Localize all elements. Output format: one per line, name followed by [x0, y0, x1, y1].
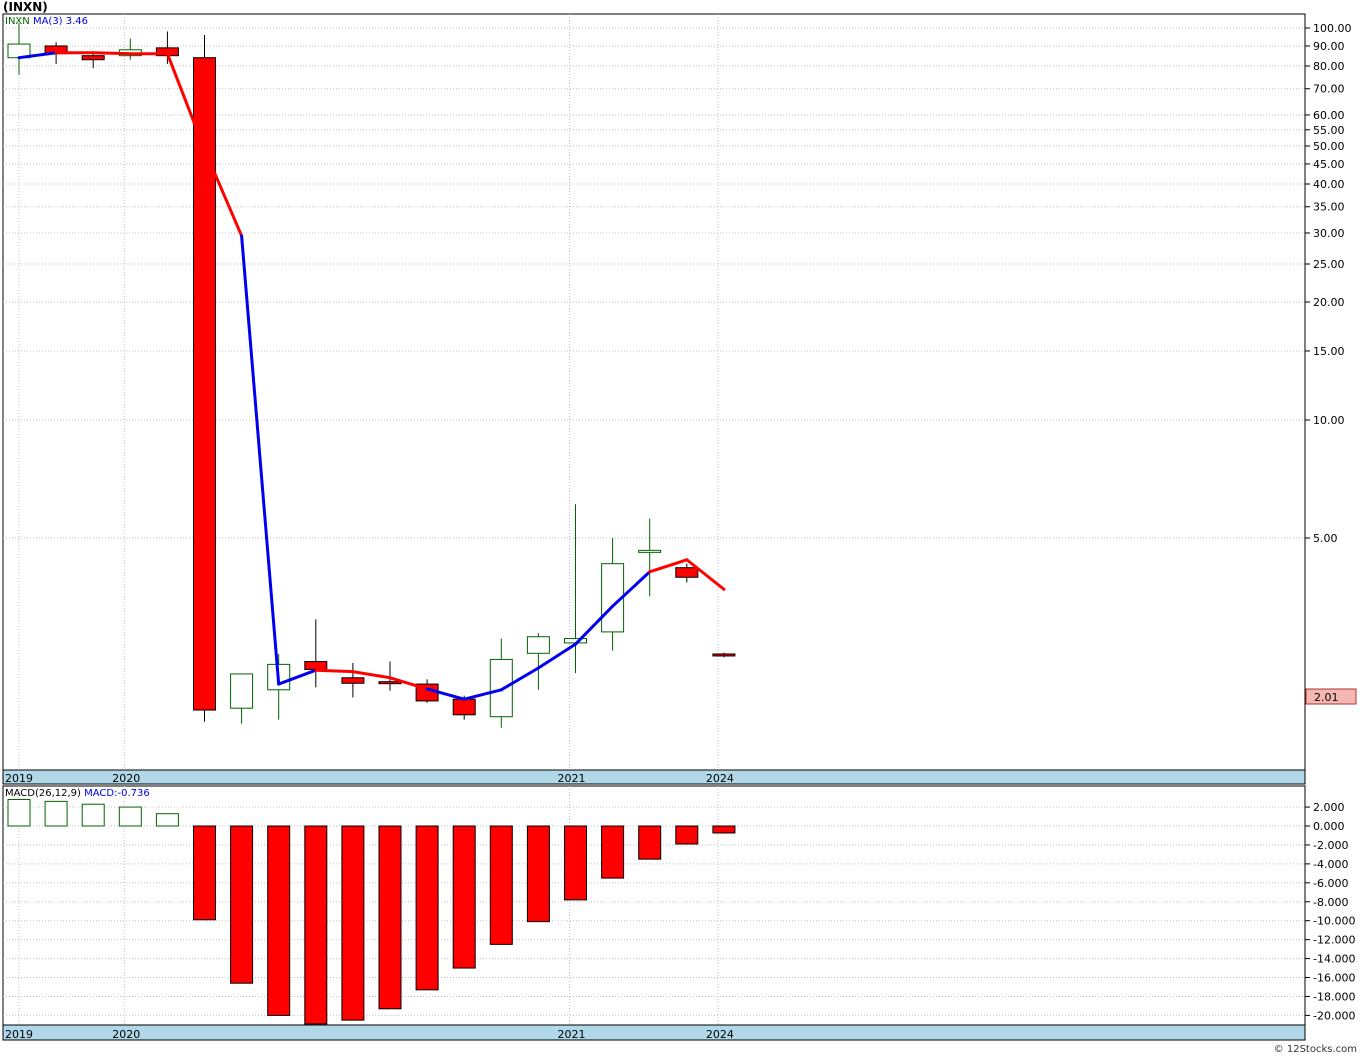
- candle-body: [638, 549, 662, 553]
- price-tick-label: 10.00: [1313, 414, 1345, 427]
- price-tick-label: 100.00: [1313, 22, 1352, 35]
- macd-tick-label: -16.000: [1313, 972, 1355, 985]
- macd-tick-label: -8.000: [1313, 896, 1348, 909]
- ma-line-segment: [91, 51, 132, 56]
- price-tick-label: 5.00: [1313, 532, 1338, 545]
- x-tick-label: 2019: [5, 772, 33, 785]
- candle-body: [526, 636, 550, 654]
- macd-tick-label: -14.000: [1313, 953, 1355, 966]
- x-tick-label: 2019: [5, 1028, 33, 1041]
- price-tick-label: 90.00: [1313, 40, 1345, 53]
- macd-bar: [601, 825, 625, 879]
- macd-bar: [341, 825, 365, 1021]
- price-tick-label: 70.00: [1313, 83, 1345, 96]
- macd-bar: [81, 803, 105, 827]
- candle-body: [712, 653, 736, 657]
- macd-bar: [564, 825, 587, 901]
- macd-tick-label: -20.000: [1313, 1009, 1355, 1022]
- candle-body: [81, 55, 105, 61]
- macd-bar: [155, 813, 179, 827]
- candle-body: [304, 661, 328, 670]
- macd-tick-label: 2.000: [1313, 801, 1345, 814]
- x-axis-band: [2, 1024, 1306, 1041]
- price-tick-label: 30.00: [1313, 227, 1345, 240]
- macd-legend: MACD(26,12,9) MACD:-0.736: [5, 788, 150, 799]
- price-legend: INXN MA(3) 3.46: [5, 16, 88, 27]
- legend-ma: MA(3) 3.46: [33, 16, 88, 27]
- x-tick-label: 2020: [112, 1028, 140, 1041]
- macd-tick-label: -2.000: [1313, 839, 1348, 852]
- macd-bar: [267, 825, 291, 1016]
- x-axis-band: [2, 769, 1306, 785]
- candle-body: [193, 57, 216, 711]
- candle-body: [341, 677, 365, 684]
- macd-bar: [44, 800, 68, 827]
- x-tick-label: 2020: [112, 772, 140, 785]
- chart-title: (INXN): [3, 0, 48, 14]
- price-tick-label: 25.00: [1313, 258, 1345, 271]
- ma-line-segment: [314, 668, 355, 674]
- price-tick-label: 60.00: [1313, 109, 1345, 122]
- macd-bar: [489, 825, 513, 945]
- macd-bar: [304, 825, 328, 1025]
- macd-tick-label: -18.000: [1313, 990, 1355, 1003]
- price-panel: 100.00 90.00 80.00 70.00 60.00 55.00 50.00 45.0…: [2, 13, 1357, 785]
- price-tick-label: 80.00: [1313, 60, 1345, 73]
- price-tick-label: 40.00: [1313, 178, 1345, 191]
- price-tick-label: 55.00: [1313, 124, 1345, 137]
- macd-panel: 2.000 0.000 -2.000 -4.000 -6.000 -8.000 -10.00…: [2, 785, 1355, 1041]
- candle-body: [675, 567, 699, 578]
- macd-bar: [378, 825, 402, 1010]
- legend-macd-value: MACD:-0.736: [84, 788, 150, 799]
- macd-bar: [675, 825, 699, 845]
- x-tick-label: 2024: [706, 772, 734, 785]
- price-tick-label: 20.00: [1313, 296, 1345, 309]
- macd-tick-label: -12.000: [1313, 934, 1355, 947]
- macd-tick-label: -4.000: [1313, 858, 1348, 871]
- macd-bar: [415, 825, 439, 991]
- macd-bar: [230, 825, 254, 984]
- price-tick-label: 35.00: [1313, 201, 1345, 214]
- macd-tick-label: 0.000: [1313, 820, 1345, 833]
- last-price-label: 2.01: [1314, 691, 1339, 704]
- macd-bar: [7, 798, 31, 827]
- x-tick-label: 2021: [558, 772, 586, 785]
- macd-bar: [193, 825, 216, 921]
- price-tick-label: 45.00: [1313, 158, 1345, 171]
- x-tick-label: 2024: [706, 1028, 734, 1041]
- x-tick-label: 2021: [558, 1028, 586, 1041]
- legend-symbol: INXN: [5, 16, 33, 27]
- candle-body: [452, 698, 476, 716]
- macd-bar: [638, 825, 662, 860]
- macd-tick-label: -10.000: [1313, 915, 1355, 928]
- watermark: © 12Stocks.com: [1274, 1044, 1357, 1055]
- price-tick-label: 50.00: [1313, 140, 1345, 153]
- price-tick-label: 15.00: [1313, 345, 1345, 358]
- macd-tick-label: -6.000: [1313, 877, 1348, 890]
- legend-macd: MACD(26,12,9): [5, 788, 84, 799]
- macd-bar: [118, 806, 142, 827]
- stock-chart: (INXN) 100.00 90.00 80.00 70.00 60.00 55.00 50…: [2, 0, 1357, 1055]
- macd-bar: [712, 825, 736, 834]
- macd-bar: [526, 825, 550, 923]
- candle-body: [378, 681, 402, 685]
- candle-body: [230, 673, 254, 709]
- macd-bar: [452, 825, 476, 969]
